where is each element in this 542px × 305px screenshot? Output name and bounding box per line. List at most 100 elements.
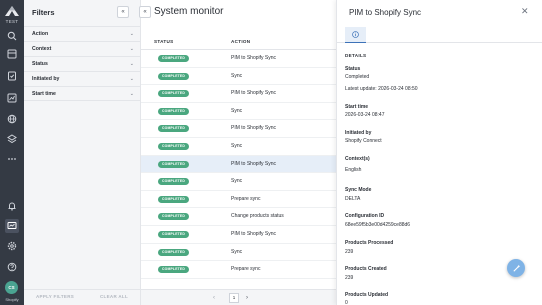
table-row[interactable]: COMPLETED Sync — [141, 68, 336, 86]
status-badge: COMPLETED — [158, 125, 189, 133]
avatar[interactable]: CS — [5, 281, 18, 294]
back-button[interactable]: « — [139, 6, 151, 18]
status-badge: COMPLETED — [158, 213, 189, 221]
table-row[interactable]: COMPLETED PIM to Shopify Sync — [141, 120, 336, 138]
table-row[interactable]: COMPLETED PIM to Shopify Sync — [141, 50, 336, 68]
table-row[interactable]: COMPLETED PIM to Shopify Sync — [141, 226, 336, 244]
field-value-products-updated: 0 — [345, 300, 348, 305]
layers-icon[interactable] — [7, 134, 17, 144]
clear-all-button[interactable]: CLEAR ALL — [100, 294, 128, 299]
list-icon[interactable] — [7, 71, 17, 81]
status-badge: COMPLETED — [158, 231, 189, 238]
help-icon[interactable] — [7, 262, 17, 272]
filters-panel: Filters Action ⌄ Context ⌄ Status ⌄ Init… — [24, 0, 141, 305]
field-value-status: Completed — [345, 74, 370, 80]
field-label-configuration-id: Configuration ID — [345, 213, 385, 219]
table-row[interactable]: COMPLETED Prepare sync — [141, 191, 336, 209]
field-value-latest-update: Latest update: 2026-03-24 08:50 — [345, 86, 418, 92]
field-label-products-processed: Products Processed — [345, 240, 394, 246]
assistant-button[interactable] — [507, 259, 525, 277]
status-badge: COMPLETED — [158, 266, 189, 274]
more-icon[interactable] — [7, 154, 17, 164]
field-label-sync-mode: Sync Mode — [345, 187, 372, 193]
dashboard-icon[interactable] — [7, 49, 17, 59]
table-row[interactable]: COMPLETED Sync — [141, 138, 336, 156]
filter-status[interactable]: Status ⌄ — [24, 56, 141, 71]
filter-start-time[interactable]: Start time ⌄ — [24, 86, 141, 101]
chevron-down-icon: ⌄ — [129, 91, 134, 97]
panel-tabs — [337, 27, 542, 43]
status-badge: COMPLETED — [158, 55, 189, 62]
action-cell: Change products status — [231, 213, 284, 220]
action-cell: PIM to Shopify Sync — [231, 90, 277, 97]
table-row[interactable]: COMPLETED Change products status — [141, 208, 336, 226]
field-label-products-created: Products Created — [345, 266, 387, 272]
field-value-contexts: English — [345, 167, 362, 173]
gear-icon[interactable] — [7, 241, 17, 251]
panel-title: PIM to Shopify Sync — [349, 8, 422, 17]
prev-page-button[interactable]: ‹ — [209, 293, 219, 303]
table-header: STATUS ACTION — [141, 34, 336, 50]
status-badge: COMPLETED — [158, 195, 189, 203]
field-value-products-created: 239 — [345, 275, 354, 281]
pagination: ‹ 1 › — [141, 289, 336, 305]
details-section-title: DETAILS — [345, 53, 367, 58]
collapse-filters-button[interactable]: « — [117, 6, 129, 18]
action-cell: PIM to Shopify Sync — [231, 160, 277, 167]
table-row[interactable]: COMPLETED PIM to Shopify Sync — [141, 85, 336, 103]
action-cell: Sync — [231, 248, 243, 255]
table-row[interactable]: COMPLETED Sync — [141, 103, 336, 121]
action-cell: PIM to Shopify Sync — [231, 55, 277, 61]
status-badge: COMPLETED — [158, 90, 189, 98]
action-cell: Prepare sync — [231, 266, 261, 273]
apply-filters-button[interactable]: APPLY FILTERS — [36, 294, 74, 299]
table-row[interactable]: COMPLETED Sync — [141, 173, 336, 191]
page-number[interactable]: 1 — [229, 293, 239, 303]
filter-label: Start time — [32, 91, 56, 97]
column-status[interactable]: STATUS — [154, 39, 174, 44]
table-row-selected[interactable]: COMPLETED PIM to Shopify Sync — [141, 155, 336, 174]
action-cell: Sync — [231, 72, 243, 79]
field-value-products-processed: 239 — [345, 249, 354, 255]
monitor-icon[interactable] — [5, 219, 19, 233]
field-label-initiated-by: Initiated by — [345, 130, 372, 136]
filters-title: Filters — [32, 8, 55, 17]
status-badge: COMPLETED — [158, 178, 189, 186]
info-icon — [352, 31, 359, 38]
status-badge: COMPLETED — [158, 248, 189, 256]
filter-context[interactable]: Context ⌄ — [24, 41, 141, 56]
chevron-down-icon: ⌄ — [129, 61, 134, 67]
table-row[interactable]: COMPLETED Prepare sync — [141, 261, 336, 279]
next-page-button[interactable]: › — [242, 293, 252, 303]
field-label-status: Status — [345, 66, 361, 72]
status-badge: COMPLETED — [158, 107, 189, 115]
search-icon[interactable] — [7, 31, 17, 41]
action-cell: Sync — [231, 107, 243, 114]
table-row[interactable]: COMPLETED Sync — [141, 244, 336, 262]
chevron-down-icon: ⌄ — [129, 76, 134, 82]
column-action[interactable]: ACTION — [231, 39, 250, 44]
wand-icon — [512, 264, 520, 272]
chart-icon[interactable] — [7, 93, 17, 103]
logo-icon — [5, 6, 19, 16]
chevron-down-icon: ⌄ — [129, 46, 134, 52]
status-badge: COMPLETED — [158, 72, 189, 80]
field-label-start-time: Start time — [345, 104, 369, 110]
filter-action[interactable]: Action ⌄ — [24, 26, 141, 41]
close-icon[interactable]: ✕ — [521, 7, 529, 16]
bell-icon[interactable] — [7, 201, 17, 211]
tab-info[interactable] — [345, 27, 366, 43]
action-cell: Prepare sync — [231, 195, 261, 202]
field-value-sync-mode: DELTA — [345, 196, 361, 202]
field-label-products-updated: Products Updated — [345, 292, 389, 298]
filter-actions: APPLY FILTERS CLEAR ALL — [24, 289, 141, 305]
status-badge: COMPLETED — [158, 143, 189, 150]
avatar-label: Shopify — [5, 297, 19, 302]
action-cell: PIM to Shopify Sync — [231, 125, 277, 132]
chevron-down-icon: ⌄ — [129, 31, 134, 37]
filter-label: Context — [32, 46, 52, 52]
page-title: System monitor — [154, 6, 224, 17]
filter-label: Action — [32, 31, 49, 37]
globe-icon[interactable] — [7, 114, 17, 124]
filter-initiated-by[interactable]: Initiated by ⌄ — [24, 71, 141, 86]
